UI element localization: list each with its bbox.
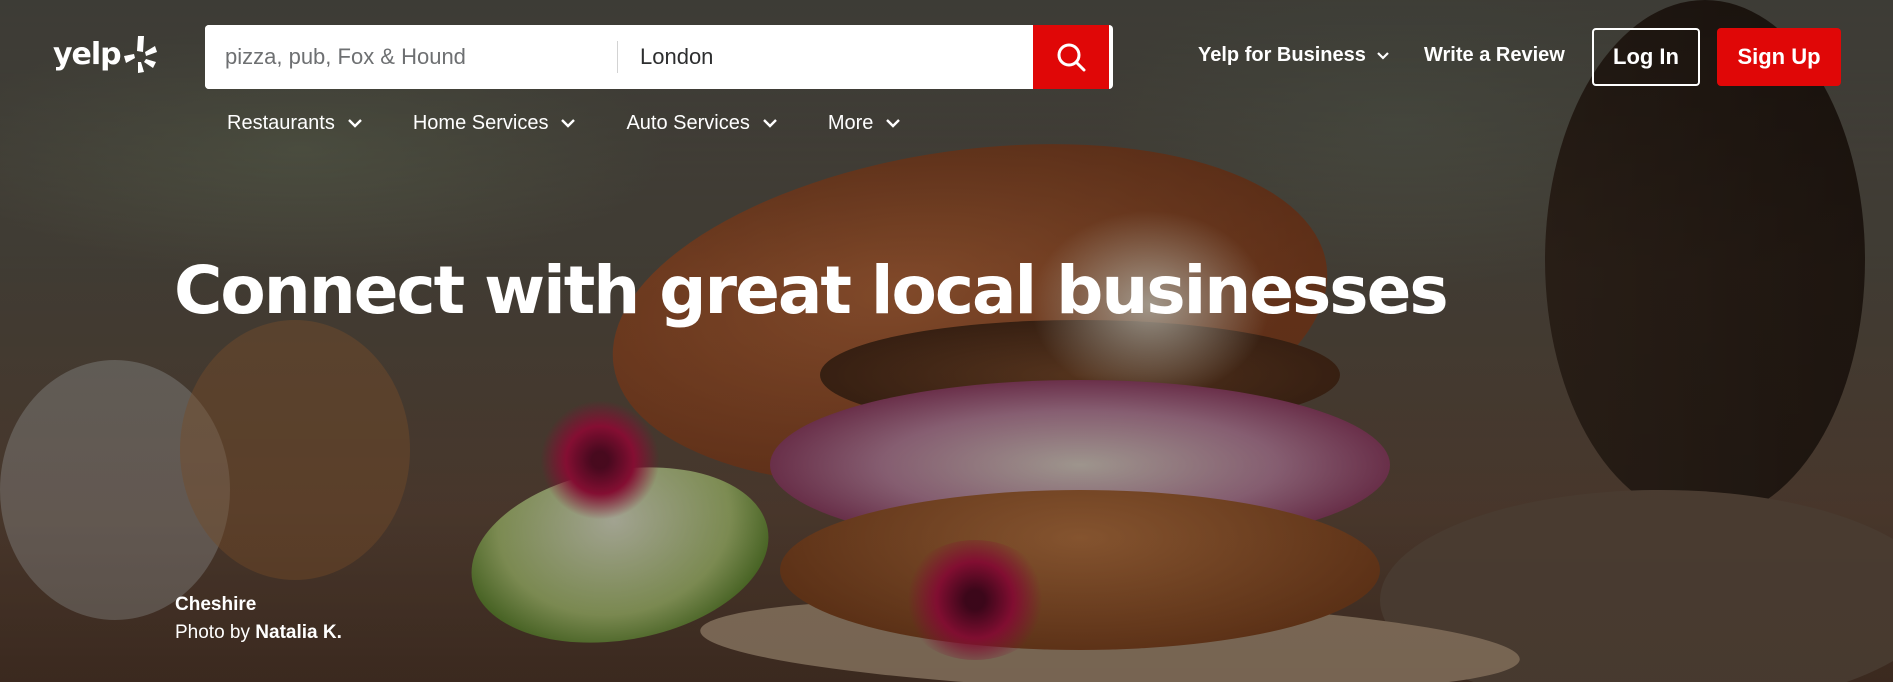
signup-button[interactable]: Sign Up — [1717, 28, 1841, 86]
photo-by-label: Photo by — [175, 622, 250, 643]
category-label: Home Services — [412, 112, 549, 134]
category-more[interactable]: More — [828, 112, 902, 135]
category-home-services[interactable]: Home Services — [413, 112, 577, 135]
search-bar — [205, 25, 1113, 89]
photo-credit: Cheshire Photo by Natalia K. — [175, 591, 342, 647]
category-nav: Restaurants Home Services Auto Services … — [227, 112, 951, 135]
category-label: Auto Services — [626, 112, 750, 134]
chevron-down-icon — [762, 119, 777, 128]
chevron-down-icon — [1377, 51, 1389, 60]
chevron-down-icon — [561, 119, 576, 128]
hero-photo — [0, 0, 1893, 682]
category-label: Restaurants — [227, 112, 335, 134]
login-button[interactable]: Log In — [1592, 28, 1700, 86]
search-button[interactable] — [1033, 25, 1109, 89]
category-restaurants[interactable]: Restaurants — [227, 112, 363, 135]
find-input[interactable] — [205, 25, 617, 89]
photo-byline: Photo by Natalia K. — [175, 619, 342, 647]
category-label: More — [827, 112, 874, 134]
yelp-for-business-label: Yelp for Business — [1198, 44, 1366, 66]
chevron-down-icon — [886, 119, 901, 128]
hero-headline: Connect with great local businesses — [174, 252, 1449, 329]
photo-location-link[interactable]: Cheshire — [175, 591, 342, 619]
search-icon — [1057, 43, 1086, 72]
yelp-for-business-menu[interactable]: Yelp for Business — [1198, 44, 1390, 67]
chevron-down-icon — [347, 119, 362, 128]
photographer-link[interactable]: Natalia K. — [255, 622, 342, 643]
yelp-burst-icon — [123, 36, 157, 73]
category-auto-services[interactable]: Auto Services — [626, 112, 777, 135]
write-review-link[interactable]: Write a Review — [1424, 44, 1565, 67]
logo-text: yelp — [53, 36, 122, 72]
yelp-logo[interactable]: yelp — [53, 34, 157, 74]
near-input[interactable] — [618, 25, 1033, 89]
